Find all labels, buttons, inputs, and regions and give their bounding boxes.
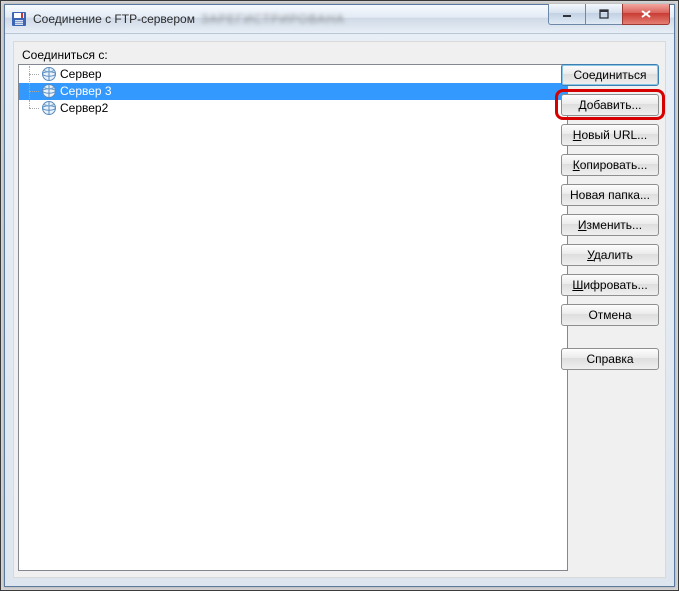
tree-twig bbox=[19, 83, 41, 99]
minimize-icon bbox=[562, 9, 572, 19]
delete-button[interactable]: Удалить bbox=[561, 244, 659, 266]
button-label: Изменить... bbox=[578, 218, 642, 232]
maximize-button[interactable] bbox=[585, 4, 623, 25]
tree-item[interactable]: Сервер2 bbox=[19, 100, 567, 117]
server-globe-icon bbox=[41, 83, 57, 99]
window-title: Соединение с FTP-сервером bbox=[33, 12, 195, 26]
copy-button[interactable]: Копировать... bbox=[561, 154, 659, 176]
title-extra-blurred: ЗАРЕГИСТРИРОВАНА bbox=[201, 12, 345, 26]
tree-twig bbox=[19, 100, 41, 116]
app-save-icon bbox=[11, 11, 27, 27]
tree-item-label: Сервер bbox=[60, 66, 102, 82]
close-icon bbox=[640, 9, 652, 19]
button-label: Новый URL... bbox=[573, 128, 647, 142]
button-label: Соединиться bbox=[573, 68, 646, 82]
edit-button[interactable]: Изменить... bbox=[561, 214, 659, 236]
client-area: Соединиться с: СерверСервер 3Сервер2 Сое… bbox=[13, 41, 666, 578]
maximize-icon bbox=[599, 9, 609, 19]
tree-item[interactable]: Сервер bbox=[19, 66, 567, 83]
connect-button[interactable]: Соединиться bbox=[561, 64, 659, 86]
new-folder-button[interactable]: Новая папка... bbox=[561, 184, 659, 206]
button-label: Новая папка... bbox=[570, 188, 650, 202]
new-url-button[interactable]: Новый URL... bbox=[561, 124, 659, 146]
button-label: Добавить... bbox=[578, 98, 641, 112]
server-globe-icon bbox=[41, 66, 57, 82]
close-button[interactable] bbox=[622, 4, 670, 25]
connect-to-label: Соединиться с: bbox=[22, 48, 108, 62]
server-globe-icon bbox=[41, 100, 57, 116]
tree-item-label: Сервер 3 bbox=[60, 83, 112, 99]
dialog-window: Соединение с FTP-сервером ЗАРЕГИСТРИРОВА… bbox=[4, 4, 675, 587]
button-label: Шифровать... bbox=[572, 278, 647, 292]
window-controls bbox=[549, 4, 670, 25]
server-tree[interactable]: СерверСервер 3Сервер2 bbox=[18, 64, 568, 571]
tree-item[interactable]: Сервер 3 bbox=[19, 83, 567, 100]
help-button[interactable]: Справка bbox=[561, 348, 659, 370]
button-column: Соединиться Добавить... Новый URL... Коп… bbox=[561, 64, 659, 378]
titlebar[interactable]: Соединение с FTP-сервером ЗАРЕГИСТРИРОВА… bbox=[5, 5, 674, 34]
button-label: Справка bbox=[586, 352, 633, 366]
button-label: Удалить bbox=[587, 248, 633, 262]
tree-item-label: Сервер2 bbox=[60, 100, 108, 116]
tree-twig bbox=[19, 66, 41, 82]
encrypt-button[interactable]: Шифровать... bbox=[561, 274, 659, 296]
button-label: Копировать... bbox=[573, 158, 648, 172]
button-label: Отмена bbox=[588, 308, 631, 322]
minimize-button[interactable] bbox=[548, 4, 586, 25]
cancel-button[interactable]: Отмена bbox=[561, 304, 659, 326]
add-button[interactable]: Добавить... bbox=[561, 94, 659, 116]
